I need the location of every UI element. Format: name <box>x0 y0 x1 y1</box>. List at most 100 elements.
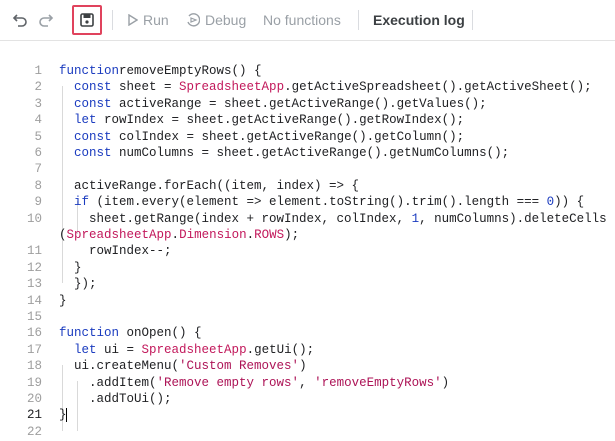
code-line[interactable]: 17 let ui = SpreadsheetApp.getUi(); <box>0 342 615 358</box>
code-line[interactable]: 21} <box>0 407 615 423</box>
code-line[interactable]: 19 .addItem('Remove empty rows', 'remove… <box>0 375 615 391</box>
token: onOpen() { <box>119 326 202 341</box>
line-number: 7 <box>34 162 42 177</box>
token: ); <box>284 228 300 242</box>
code-text: const numColumns = sheet.getActiveRange(… <box>59 145 509 161</box>
token: .addToUi(); <box>59 392 172 406</box>
token-kw: const <box>74 96 112 111</box>
code-line[interactable]: 10 sheet.getRange(index + rowIndex, colI… <box>0 211 615 227</box>
token: .addItem( <box>59 375 157 390</box>
code-line[interactable]: 8 activeRange.forEach((item, index) => { <box>0 178 615 194</box>
code-text: functionremoveEmptyRows() { <box>59 63 262 79</box>
code-text: .addItem('Remove empty rows', 'removeEmp… <box>59 375 449 391</box>
token: . <box>171 228 180 242</box>
line-number: 2 <box>34 80 42 95</box>
token: . <box>246 228 255 242</box>
toolbar-divider <box>472 10 473 30</box>
code-line[interactable]: 11 rowIndex--; <box>0 243 615 259</box>
run-button[interactable]: Run <box>128 0 169 40</box>
code-line[interactable]: 5 const colIndex = sheet.getActiveRange(… <box>0 129 615 145</box>
function-selector[interactable]: No functions <box>263 0 341 40</box>
code-line[interactable]: 20 .addToUi(); <box>0 391 615 407</box>
code-text: activeRange.forEach((item, index) => { <box>59 178 359 194</box>
code-text: if (item.every(element => element.toStri… <box>59 194 584 210</box>
line-number: 4 <box>34 113 42 128</box>
code-text: } <box>59 260 82 276</box>
toolbar-divider <box>358 10 359 30</box>
token-cls: SpreadsheetApp <box>66 228 172 242</box>
token-kw: function <box>59 64 120 78</box>
code-line[interactable]: 13 }); <box>0 276 615 292</box>
token: .getActiveSpreadsheet().getActiveSheet()… <box>284 80 592 95</box>
code-line[interactable]: 1 functionremoveEmptyRows() { <box>0 63 615 79</box>
token: sheet.getRange(index + rowIndex, colInde… <box>59 211 412 226</box>
token: , <box>299 375 315 390</box>
token-kw: if <box>74 195 90 210</box>
code-line[interactable]: (SpreadsheetApp.Dimension.ROWS); <box>0 227 615 243</box>
code-line[interactable]: 2 const sheet = SpreadsheetApp.getActive… <box>0 79 615 95</box>
token-str: 'removeEmptyRows' <box>314 375 442 390</box>
token: } <box>59 260 82 275</box>
token: ui = <box>96 342 142 357</box>
code-line[interactable]: 14} <box>0 293 615 309</box>
code-line[interactable]: 6 const numColumns = sheet.getActiveRang… <box>0 145 615 161</box>
line-number: 8 <box>34 178 42 193</box>
token-cls: Dimension <box>179 228 247 242</box>
debug-icon <box>187 13 200 27</box>
line-number: 18 <box>26 359 42 374</box>
code-text: function onOpen() { <box>59 325 202 341</box>
code-line[interactable]: 12 } <box>0 260 615 276</box>
line-number: 16 <box>26 326 42 341</box>
text-cursor <box>65 408 67 423</box>
code-editor[interactable]: 1 functionremoveEmptyRows() {2 const shee… <box>0 40 615 441</box>
code-text: } <box>59 407 67 423</box>
code-line[interactable]: 22 <box>0 424 615 440</box>
token-kw: let <box>74 342 97 357</box>
token: } <box>59 293 67 308</box>
code-line[interactable]: 15 <box>0 309 615 325</box>
code-line[interactable]: 16 function onOpen() { <box>0 325 615 341</box>
code-line[interactable]: 3 const activeRange = sheet.getActiveRan… <box>0 96 615 112</box>
token: }); <box>59 277 97 292</box>
token-cls: SpreadsheetApp <box>141 342 247 357</box>
line-number: 11 <box>26 244 42 259</box>
token: sheet = <box>111 80 180 95</box>
line-number: 12 <box>26 260 42 275</box>
code-line[interactable]: 7 <box>0 161 615 177</box>
line-number: 14 <box>26 293 42 308</box>
token: rowIndex = sheet.getActiveRange().getRow… <box>96 113 465 128</box>
code-text: let rowIndex = sheet.getActiveRange().ge… <box>59 112 464 128</box>
code-line[interactable]: 18 ui.createMenu('Custom Removes') <box>0 358 615 374</box>
line-number: 20 <box>26 392 42 406</box>
code-text: .addToUi(); <box>59 391 172 407</box>
token-num: 0 <box>546 195 555 210</box>
token: ) <box>441 375 450 390</box>
redo-icon[interactable] <box>38 0 54 40</box>
run-label: Run <box>143 12 169 28</box>
code-text: const activeRange = sheet.getActiveRange… <box>59 96 487 112</box>
token: ( <box>59 228 67 242</box>
token: , numColumns).deleteCells <box>419 211 607 226</box>
code-text: } <box>59 293 67 309</box>
code-line[interactable]: 4 let rowIndex = sheet.getActiveRange().… <box>0 112 615 128</box>
function-selector-label: No functions <box>263 12 341 28</box>
execution-log-label: Execution log <box>373 12 465 28</box>
debug-label: Debug <box>205 12 247 28</box>
token-kw: const <box>74 80 112 95</box>
undo-icon[interactable] <box>12 0 28 40</box>
code-line[interactable]: 9 if (item.every(element => element.toSt… <box>0 194 615 210</box>
code-text: }); <box>59 276 97 292</box>
line-number: 22 <box>26 424 42 439</box>
token: ui.createMenu( <box>59 359 180 374</box>
token: removeEmptyRows() { <box>119 64 262 78</box>
token: )) { <box>554 195 585 210</box>
debug-button[interactable]: Debug <box>186 0 246 40</box>
token: ) <box>299 359 307 374</box>
line-number: 9 <box>34 195 42 210</box>
execution-log-button[interactable]: Execution log <box>373 0 465 40</box>
toolbar-divider <box>112 10 113 30</box>
save-button[interactable] <box>72 5 102 35</box>
